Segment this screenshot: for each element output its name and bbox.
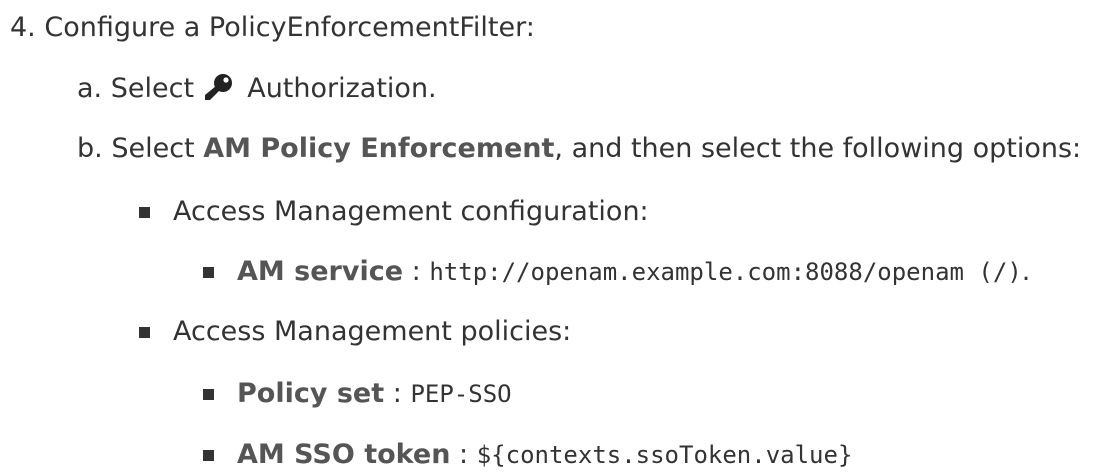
step-a-post: Authorization. <box>247 73 437 104</box>
am-service-end: . <box>1021 256 1031 287</box>
bullet-square <box>203 267 214 278</box>
access-policies-label: Access Management policies: <box>173 316 572 347</box>
sso-token-sep: : <box>459 439 469 470</box>
am-service-item: AM service : http://openam.example.com:8… <box>237 254 1030 290</box>
step-4: 4. Configure a PolicyEnforcementFilter: <box>10 10 535 46</box>
sso-token-value: ${contexts.ssoToken.value} <box>476 441 853 469</box>
sso-token-item: AM SSO token : ${contexts.ssoToken.value… <box>237 437 852 473</box>
policy-set-term: Policy set <box>237 378 385 409</box>
am-service-value: http://openam.example.com:8088/openam (/… <box>429 258 1022 286</box>
step-a: a. Select Authorization. <box>77 71 437 107</box>
step-b-post: , and then select the following options: <box>554 133 1082 164</box>
step-b-strong: AM Policy Enforcement <box>203 133 555 164</box>
step-a-marker: a. <box>77 73 103 104</box>
am-service-term: AM service <box>237 256 404 287</box>
step-4-marker: 4. <box>10 12 36 43</box>
step-4-text: Configure a PolicyEnforcementFilter: <box>44 12 535 43</box>
bullet-square <box>203 389 214 400</box>
access-config-label: Access Management configuration: <box>173 196 649 227</box>
policy-set-sep: : <box>392 378 402 409</box>
bullet-square <box>139 327 150 338</box>
policy-set-item: Policy set : PEP-SSO <box>237 376 512 412</box>
sso-token-term: AM SSO token <box>237 439 451 470</box>
policy-set-value: PEP-SSO <box>410 380 512 408</box>
key-icon <box>204 74 232 100</box>
bullet-square <box>139 207 150 218</box>
step-b-pre: Select <box>111 133 195 164</box>
step-a-pre: Select <box>110 73 195 104</box>
bullet-square <box>203 450 214 461</box>
am-service-sep: : <box>411 256 421 287</box>
step-b-marker: b. <box>77 133 103 164</box>
step-b: b. Select AM Policy Enforcement, and the… <box>77 131 1081 167</box>
